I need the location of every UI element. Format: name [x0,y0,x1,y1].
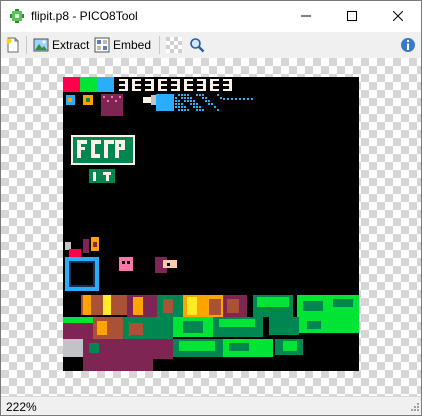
resize-grip-icon[interactable] [409,400,419,414]
zoom-icon [189,37,205,53]
toolbar: Extract Embed [1,32,421,59]
about-button[interactable] [400,35,416,55]
palette-icon [166,37,182,53]
info-icon [400,37,416,53]
window-title: flipit.p8 - PICO8Tool [31,9,138,23]
extract-picture-icon [33,37,49,53]
embed-button[interactable]: Embed [94,35,151,55]
minimize-icon [301,15,311,17]
cartridge-viewport[interactable] [1,58,421,396]
new-button[interactable] [5,35,21,55]
cartridge-image [63,77,359,371]
zoom-button[interactable] [189,35,205,55]
zoom-level: 222% [6,400,37,414]
minimize-button[interactable] [283,1,329,31]
close-button[interactable] [375,1,421,31]
embed-icon [94,37,110,53]
embed-label: Embed [113,38,152,52]
toolbar-separator [26,36,27,54]
pico8-app-icon [9,8,25,24]
extract-button[interactable]: Extract [33,35,89,55]
extract-label: Extract [52,38,90,52]
app-window: flipit.p8 - PICO8Tool Extract Embed 222% [0,0,422,416]
close-icon [393,11,403,21]
status-bar: 222% [1,396,421,415]
palette-button[interactable] [166,35,182,55]
maximize-icon [347,11,357,21]
maximize-button[interactable] [329,1,375,31]
new-file-icon [5,37,21,53]
toolbar-separator [159,36,160,54]
title-bar[interactable]: flipit.p8 - PICO8Tool [1,1,421,31]
